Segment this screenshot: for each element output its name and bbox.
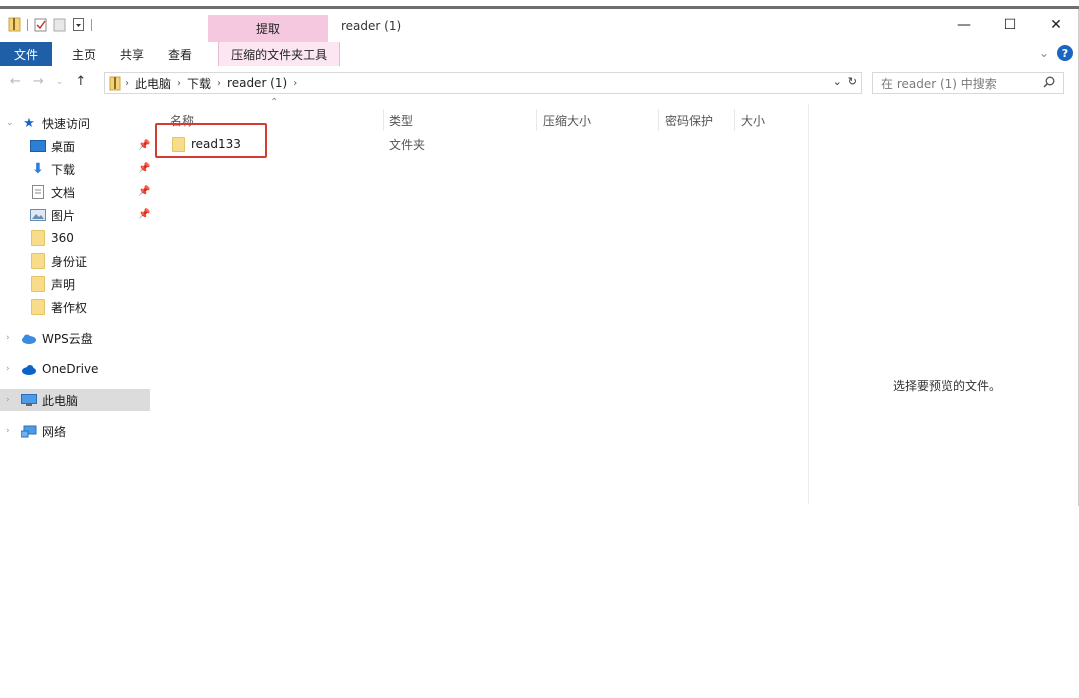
preview-pane — [808, 104, 1076, 504]
nav-item-folder-id-card[interactable]: 身份证 — [30, 250, 87, 272]
address-bar[interactable]: › 此电脑 › 下载 › reader (1) › ⌄ ↻ — [104, 72, 862, 94]
nav-this-pc[interactable]: › 此电脑 — [0, 389, 150, 411]
new-folder-icon[interactable] — [53, 17, 66, 32]
nav-item-folder-copyright[interactable]: 著作权 — [30, 296, 87, 318]
onedrive-cloud-icon — [21, 362, 37, 376]
nav-item-pictures[interactable]: 图片 — [30, 204, 75, 226]
search-placeholder: 在 reader (1) 中搜索 — [881, 76, 997, 91]
tab-view[interactable]: 查看 — [156, 42, 204, 66]
nav-network[interactable]: › 网络 — [6, 420, 66, 442]
column-header-password[interactable]: 密码保护 — [665, 109, 713, 131]
pin-icon: 📌 — [138, 209, 151, 220]
maximize-button[interactable]: ☐ — [987, 9, 1033, 41]
up-icon[interactable]: ↑ — [75, 74, 86, 89]
column-header-type[interactable]: 类型 — [389, 109, 413, 131]
properties-icon[interactable] — [34, 17, 47, 32]
folder-icon — [30, 299, 46, 315]
folder-icon — [30, 276, 46, 292]
folder-icon — [30, 230, 46, 246]
window-controls: — ☐ ✕ — [941, 9, 1079, 41]
context-tab-header[interactable]: 提取 — [208, 15, 328, 42]
expand-chevron-icon[interactable]: › — [6, 395, 16, 405]
file-type: 文件夹 — [389, 138, 426, 152]
search-input[interactable]: 在 reader (1) 中搜索 — [872, 72, 1064, 94]
document-icon — [30, 185, 46, 199]
expand-chevron-icon[interactable]: › — [6, 364, 16, 374]
tab-compressed-folder-tools[interactable]: 压缩的文件夹工具 — [218, 42, 341, 66]
breadcrumb-separator-icon: › — [293, 77, 298, 89]
folder-icon — [30, 253, 46, 269]
address-dropdown-icon[interactable]: ⌄ — [833, 75, 842, 88]
title-bar: 提取 reader (1) — ☐ ✕ — [0, 9, 1079, 42]
address-row: ← → ⌄ ↑ › 此电脑 › 下载 › reader (1) › ⌄ ↻ 在 … — [0, 70, 1079, 96]
nav-item-desktop[interactable]: 桌面 — [30, 135, 75, 157]
breadcrumb-separator-icon: › — [217, 77, 222, 89]
breadcrumb-this-pc[interactable]: 此电脑 — [135, 75, 171, 92]
zip-folder-icon — [8, 17, 21, 32]
nav-onedrive[interactable]: › OneDrive — [6, 358, 98, 380]
cloud-icon — [21, 331, 37, 345]
forward-icon[interactable]: → — [33, 74, 44, 89]
expand-chevron-icon[interactable]: › — [6, 426, 16, 436]
quick-access-toolbar — [8, 17, 92, 32]
sort-ascending-icon: ⌃ — [270, 97, 279, 108]
desktop-icon — [30, 139, 46, 153]
help-icon[interactable]: ? — [1057, 45, 1073, 61]
download-arrow-icon: ⬇ — [32, 161, 44, 177]
window-title: reader (1) — [341, 19, 402, 33]
pin-icon: 📌 — [138, 140, 151, 151]
nav-item-downloads[interactable]: ⬇ 下载 — [30, 158, 75, 180]
breadcrumb-separator-icon: › — [177, 77, 182, 89]
tab-home[interactable]: 主页 — [60, 42, 108, 66]
column-header-compressed-size[interactable]: 压缩大小 — [543, 109, 591, 131]
computer-icon — [21, 393, 37, 407]
expand-chevron-icon[interactable]: › — [6, 333, 16, 343]
network-icon — [21, 424, 37, 438]
explorer-window: 提取 reader (1) — ☐ ✕ 文件 主页 共享 查看 压缩的文件夹工具… — [0, 9, 1079, 506]
ribbon-collapse-icon[interactable]: ⌄ — [1039, 46, 1049, 60]
nav-quick-access[interactable]: ⌄ ★ 快速访问 — [6, 112, 90, 134]
breadcrumb-separator-icon: › — [125, 77, 129, 89]
search-icon[interactable] — [1043, 76, 1055, 91]
highlight-annotation-box — [155, 123, 267, 158]
nav-item-documents[interactable]: 文档 — [30, 181, 75, 203]
collapse-chevron-icon[interactable]: ⌄ — [6, 118, 16, 128]
picture-icon — [30, 208, 46, 222]
star-icon: ★ — [23, 115, 35, 131]
refresh-icon[interactable]: ↻ — [848, 75, 857, 88]
back-icon[interactable]: ← — [10, 74, 21, 89]
navigation-pane: ⌄ ★ 快速访问 桌面 📌 ⬇ 下载 📌 文档 📌 图片 📌 360 身份证 声… — [0, 104, 155, 499]
tab-file[interactable]: 文件 — [0, 42, 53, 66]
column-header-size[interactable]: 大小 — [741, 109, 765, 131]
pin-icon: 📌 — [138, 163, 151, 174]
ribbon-tabs: 文件 主页 共享 查看 压缩的文件夹工具 ⌄ ? — [0, 42, 1079, 66]
preview-message: 选择要预览的文件。 — [893, 379, 1002, 393]
minimize-button[interactable]: — — [941, 9, 987, 41]
breadcrumb-downloads[interactable]: 下载 — [187, 75, 211, 92]
nav-item-folder-360[interactable]: 360 — [30, 227, 74, 249]
nav-wps-cloud[interactable]: › WPS云盘 — [6, 327, 93, 349]
breadcrumb-reader[interactable]: reader (1) — [227, 76, 287, 90]
zip-folder-icon — [109, 76, 121, 91]
customize-dropdown-icon[interactable] — [72, 17, 85, 32]
tab-share[interactable]: 共享 — [108, 42, 156, 66]
recent-dropdown-icon[interactable]: ⌄ — [56, 77, 64, 87]
pin-icon: 📌 — [138, 186, 151, 197]
nav-item-folder-statement[interactable]: 声明 — [30, 273, 75, 295]
close-button[interactable]: ✕ — [1033, 9, 1079, 41]
